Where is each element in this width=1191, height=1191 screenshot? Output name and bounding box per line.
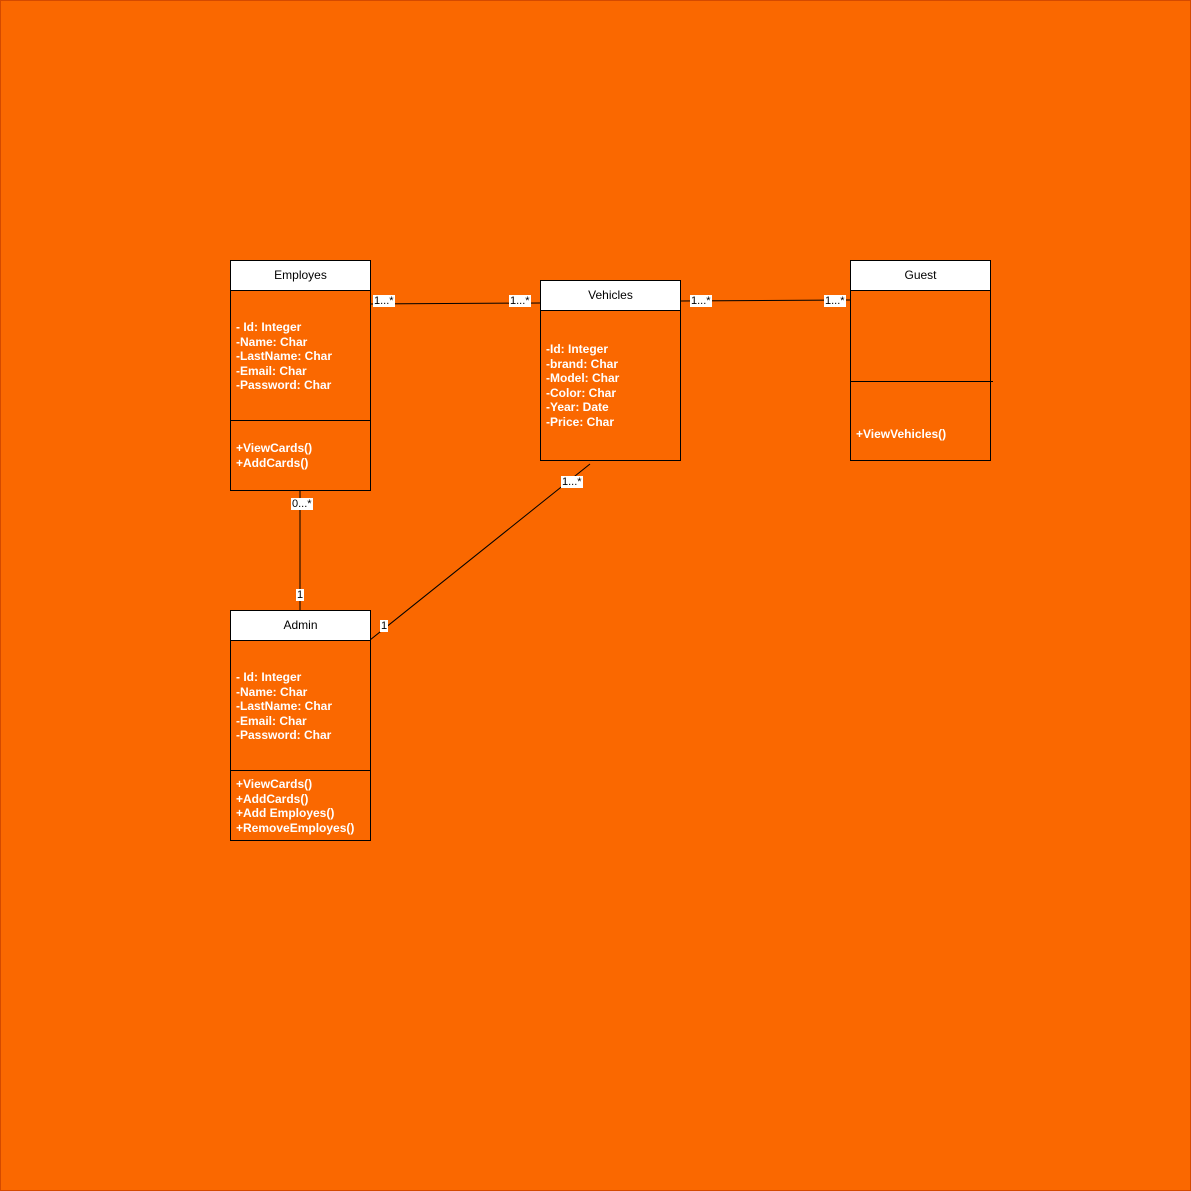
attribute: -Price: Char bbox=[546, 414, 615, 429]
multiplicity-employes-side: 1...* bbox=[373, 295, 395, 307]
attribute: -Model: Char bbox=[546, 371, 620, 385]
class-employes-name: Employes bbox=[231, 261, 370, 291]
attribute: -Id: Integer bbox=[546, 342, 608, 356]
multiplicity-vehicles-side: 1...* bbox=[509, 295, 531, 307]
association-admin-vehicles[interactable] bbox=[369, 463, 591, 641]
attribute: -Email: Char bbox=[236, 363, 307, 378]
multiplicity-vehicles-side: 1...* bbox=[690, 295, 712, 307]
attribute: -LastName: Char bbox=[236, 349, 333, 363]
class-employes-methods: +ViewCards() +AddCards() bbox=[231, 421, 370, 470]
class-guest[interactable]: Guest +ViewVehicles() bbox=[850, 260, 993, 461]
class-guest-attributes bbox=[851, 291, 993, 382]
class-admin-name: Admin bbox=[231, 611, 370, 641]
method: +ViewCards() bbox=[236, 777, 313, 791]
class-admin[interactable]: Admin - Id: Integer -Name: Char -LastNam… bbox=[230, 610, 371, 841]
method: +AddCards() bbox=[236, 455, 309, 470]
method: +AddCards() bbox=[236, 791, 309, 806]
class-admin-attributes: - Id: Integer -Name: Char -LastName: Cha… bbox=[231, 641, 370, 771]
class-guest-name: Guest bbox=[851, 261, 990, 291]
attribute: -Year: Date bbox=[546, 400, 609, 414]
multiplicity-guest-side: 1...* bbox=[824, 295, 846, 307]
class-vehicles[interactable]: Vehicles -Id: Integer -brand: Char -Mode… bbox=[540, 280, 681, 461]
attribute: -brand: Char bbox=[546, 356, 618, 371]
attribute: -Email: Char bbox=[236, 713, 307, 728]
method: +RemoveEmployes() bbox=[236, 820, 355, 835]
attribute: -Password: Char bbox=[236, 728, 332, 742]
attribute: -Name: Char bbox=[236, 684, 308, 699]
class-employes[interactable]: Employes - Id: Integer -Name: Char -Last… bbox=[230, 260, 371, 491]
association-lines bbox=[299, 299, 851, 641]
attribute: -Color: Char bbox=[546, 385, 616, 400]
method: +Add Employes() bbox=[236, 806, 335, 820]
multiplicity-vehicles-side: 1...* bbox=[561, 476, 583, 488]
attribute: -Password: Char bbox=[236, 378, 332, 392]
multiplicity-employes-side: 0...* bbox=[291, 498, 313, 510]
class-admin-methods: +ViewCards() +AddCards() +Add Employes()… bbox=[231, 771, 370, 835]
class-vehicles-attributes: -Id: Integer -brand: Char -Model: Char -… bbox=[541, 311, 680, 429]
attribute: - Id: Integer bbox=[236, 320, 302, 334]
method: +ViewVehicles() bbox=[856, 427, 947, 441]
method: +ViewCards() bbox=[236, 441, 313, 455]
class-employes-attributes: - Id: Integer -Name: Char -LastName: Cha… bbox=[231, 291, 370, 421]
multiplicity-admin-side: 1 bbox=[296, 589, 305, 601]
class-vehicles-name: Vehicles bbox=[541, 281, 680, 311]
attribute: -LastName: Char bbox=[236, 699, 333, 713]
multiplicity-admin-side: 1 bbox=[380, 620, 389, 632]
attribute: -Name: Char bbox=[236, 334, 308, 349]
attribute: - Id: Integer bbox=[236, 670, 302, 684]
class-guest-methods: +ViewVehicles() bbox=[851, 382, 990, 442]
